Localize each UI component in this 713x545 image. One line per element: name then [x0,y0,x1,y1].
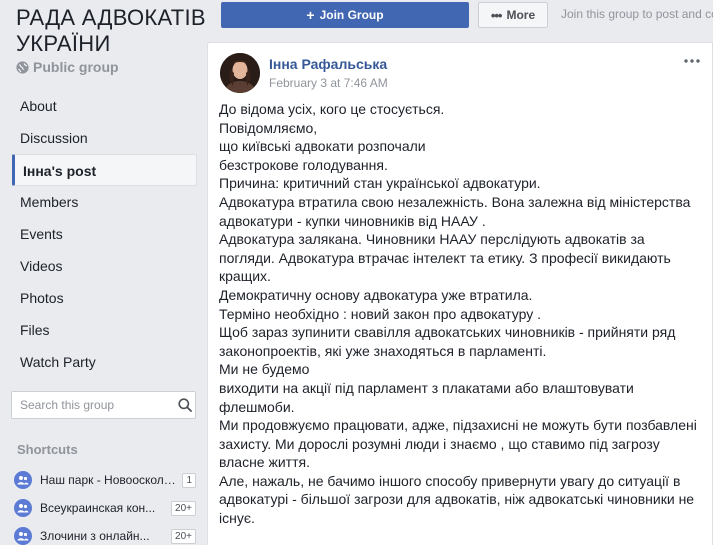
more-label: More [506,8,536,22]
avatar[interactable] [220,53,260,93]
nav-item-videos[interactable]: Videos [12,250,197,282]
more-button[interactable]: ••• More [478,2,548,28]
join-hint-text: Join this group to post and comment. [561,7,713,21]
nav-item-files[interactable]: Files [12,314,197,346]
group-icon [14,471,32,489]
nav-item-watch-party[interactable]: Watch Party [12,346,197,378]
post-timestamp[interactable]: February 3 at 7:46 AM [269,76,388,90]
post-options-button[interactable] [682,53,702,69]
left-sidebar: РАДА АДВОКАТІВ УКРАЇНИ Public group Abou… [0,0,206,545]
post-line: Щоб зараз зупинити свавілля адвокатських… [219,324,676,359]
shortcut-item[interactable]: Наш парк - Новоосколь... 1 [14,466,196,494]
shortcut-label: Злочини з онлайн... [40,529,150,543]
nav-item-discussion[interactable]: Discussion [12,122,197,154]
post-line: Адвокатура втратила свою незалежність. В… [219,193,691,229]
shortcut-badge: 20+ [171,528,196,544]
post-line: що київські адвокати розпочали [219,138,426,155]
post-line: безстрокове голодування. [219,156,388,173]
ellipsis-icon: ••• [490,7,503,23]
post-line: Ми не будемо [219,361,310,378]
post-author[interactable]: Інна Рафальська [269,56,387,72]
shortcuts-heading: Shortcuts [17,442,78,457]
post-line: Адвокатура залякана. Чиновники НААУ перс… [219,231,671,285]
post-line: Ми продовжуємо працювати, адже, підзахис… [219,417,697,471]
post-line: Причина: критичний стан української адво… [219,175,541,192]
post-line: Терміно необхідно : новий закон про адво… [219,305,541,322]
shortcut-badge: 20+ [171,500,196,516]
shortcuts-list: Наш парк - Новоосколь... 1 Всеукраинская… [14,466,196,545]
post-line: Але, нажаль, не бачимо іншого способу пр… [219,472,695,527]
group-icon [14,499,32,517]
group-type-label: Public group [33,59,119,75]
join-group-label: Join Group [319,8,384,22]
plus-icon: + [306,7,315,23]
group-title[interactable]: РАДА АДВОКАТІВ УКРАЇНИ [16,5,206,57]
post-line: Повідомляємо, [219,119,318,136]
post-line: виходити на акції під парламент з плакат… [219,379,634,415]
search-button[interactable] [175,392,195,418]
group-privacy: Public group [16,59,119,75]
globe-icon [16,60,29,74]
post-text: До відома усіх, кого це стосується. Пові… [219,100,699,528]
nav-item-members[interactable]: Members [12,186,197,218]
search-icon [178,398,192,412]
shortcut-item[interactable]: Злочини з онлайн... 20+ [14,522,196,545]
profile-photo [220,53,260,93]
nav-item-events[interactable]: Events [12,218,197,250]
nav-item-post[interactable]: Інна's post [12,154,197,186]
group-icon [14,527,32,545]
nav-item-photos[interactable]: Photos [12,282,197,314]
nav-item-about[interactable]: About [12,90,197,122]
post-line: До відома усіх, кого це стосується. [219,101,445,117]
shortcut-label: Всеукраинская кон... [40,501,156,515]
group-search-input[interactable] [12,392,175,418]
group-nav: About Discussion Інна's post Members Eve… [12,90,197,378]
group-search [11,391,196,419]
more-options-icon [684,59,700,63]
join-group-button[interactable]: + Join Group [221,2,469,28]
facebook-group-page: РАДА АДВОКАТІВ УКРАЇНИ Public group Abou… [0,0,713,545]
post-line: Демократичну основу адвокатура уже втрат… [219,286,533,303]
shortcut-badge: 1 [182,472,196,488]
shortcut-label: Наш парк - Новоосколь... [40,473,177,487]
post-card: Інна Рафальська February 3 at 7:46 AM До… [207,42,713,545]
shortcut-item[interactable]: Всеукраинская кон... 20+ [14,494,196,522]
